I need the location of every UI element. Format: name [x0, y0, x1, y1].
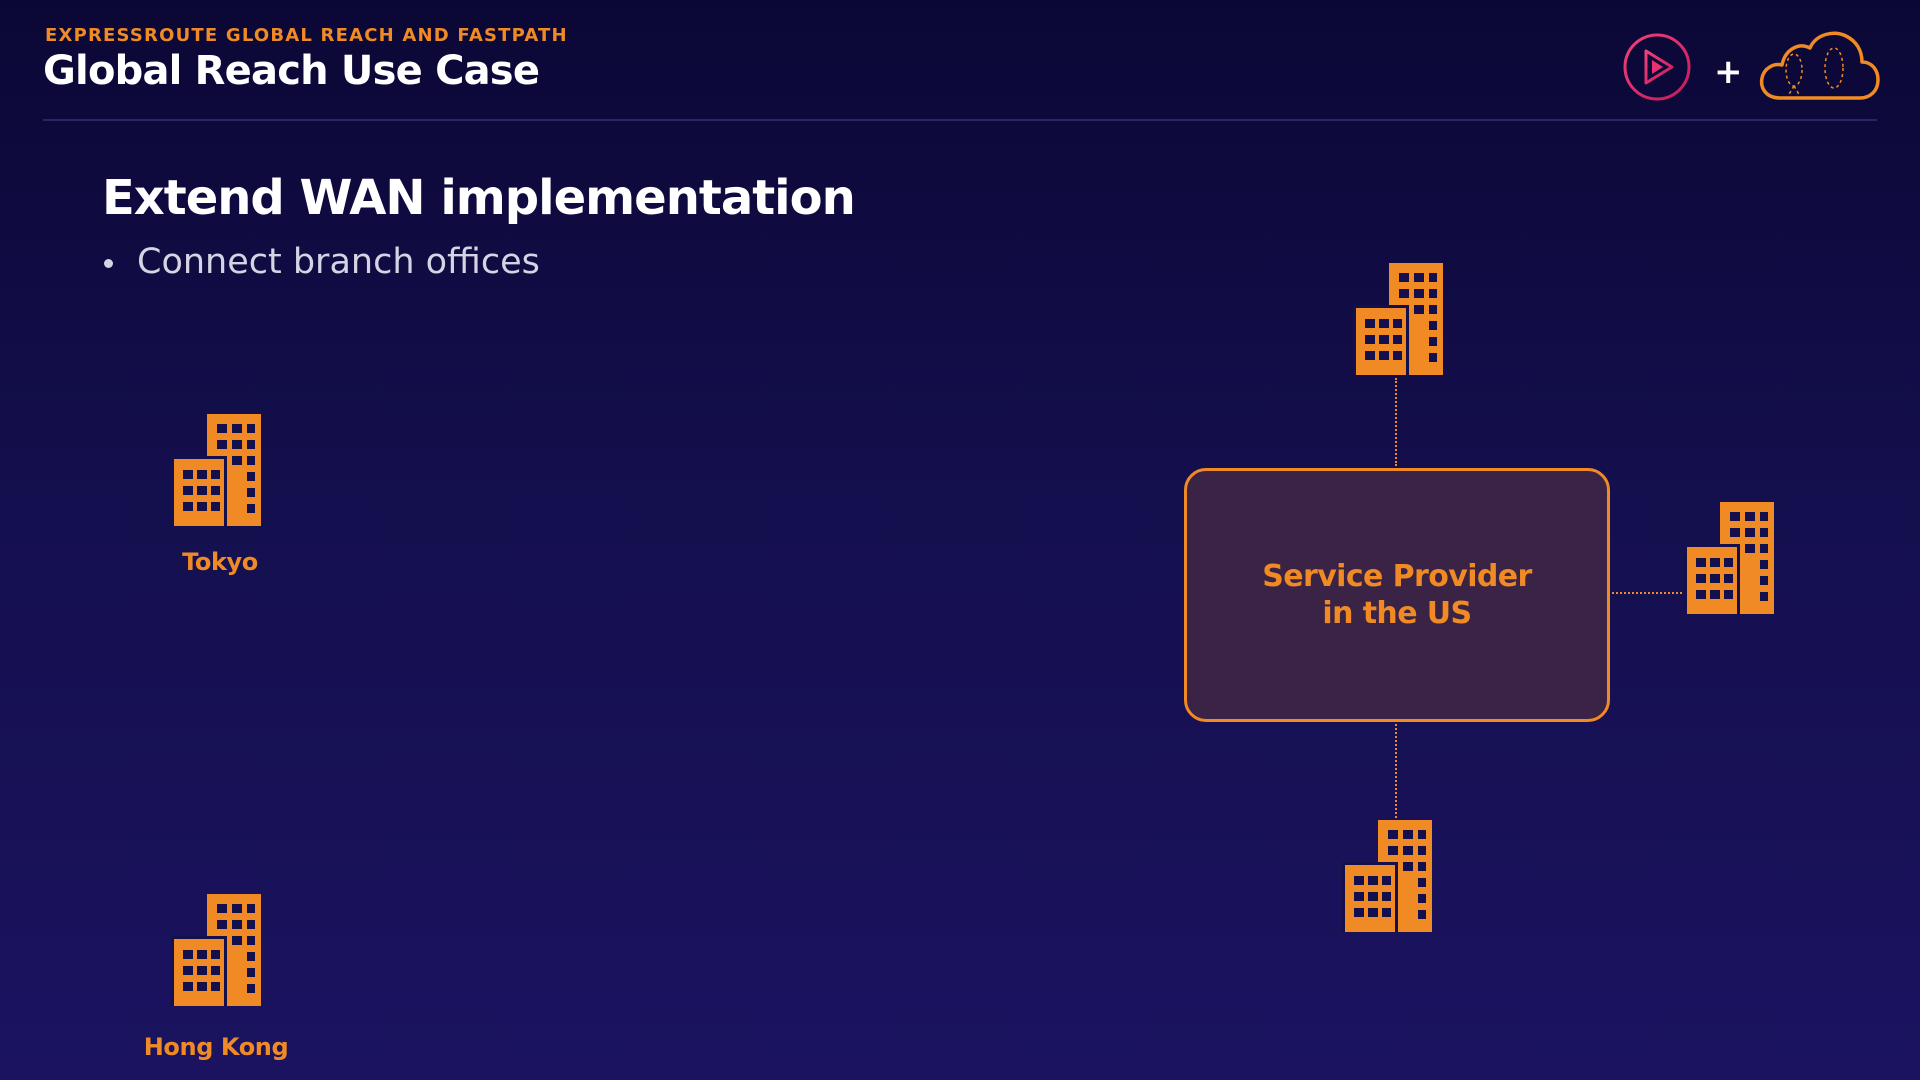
bullet-item: Connect branch offices [104, 242, 540, 282]
bullet-dot [104, 258, 113, 268]
header-kicker: EXPRESSROUTE GLOBAL REACH AND FASTPATH [45, 25, 568, 46]
location-label-hong-kong: Hong Kong [143, 1033, 289, 1061]
connector-bottom [1395, 724, 1397, 818]
cloud-logo-icon [1759, 31, 1880, 100]
header-divider [43, 119, 1877, 121]
office-building-icon [171, 414, 261, 526]
connector-top [1395, 378, 1397, 466]
service-provider-label: Service Provider in the US [1262, 559, 1532, 631]
office-building-icon [1342, 820, 1432, 932]
location-label-tokyo: Tokyo [182, 548, 258, 576]
bullet-text: Connect branch offices [137, 242, 540, 282]
slide-heading: Extend WAN implementation [102, 170, 856, 226]
office-building-icon [171, 894, 261, 1006]
office-building-icon [1684, 502, 1774, 614]
play-logo-icon [1623, 33, 1691, 101]
service-provider-box: Service Provider in the US [1184, 468, 1610, 722]
plus-sign: + [1714, 52, 1743, 92]
connector-right [1612, 592, 1682, 594]
header-title: Global Reach Use Case [43, 48, 540, 94]
office-building-icon [1353, 263, 1443, 375]
